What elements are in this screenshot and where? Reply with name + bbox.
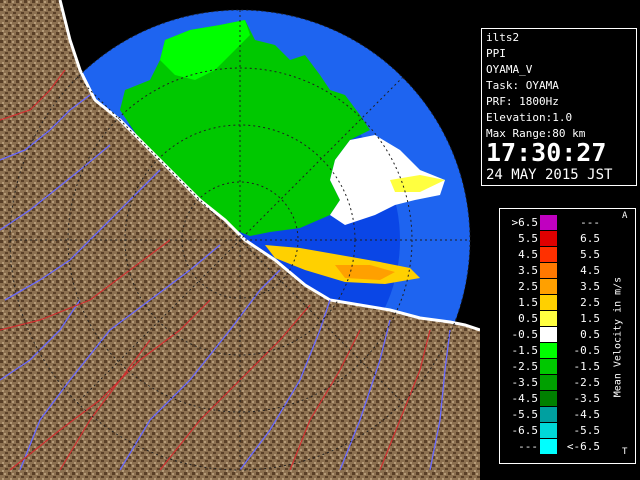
radar-id: ilts2 bbox=[486, 31, 520, 44]
legend-row-high: <-6.5 bbox=[566, 440, 600, 453]
info-box: ilts2 PPI OYAMA_V Task: OYAMA PRF: 1800H… bbox=[481, 28, 637, 186]
radar-ppi-map[interactable] bbox=[0, 0, 480, 480]
legend-swatch bbox=[540, 423, 557, 438]
legend-swatch bbox=[540, 343, 557, 358]
legend-row: -6.5 -5.5 bbox=[500, 423, 610, 438]
legend-row-low: -0.5 bbox=[511, 328, 539, 341]
observation-date: 24 MAY 2015 JST bbox=[486, 167, 613, 183]
legend-row: 5.5 6.5 bbox=[500, 231, 610, 246]
legend-row-low: 5.5 bbox=[518, 232, 538, 245]
elevation-label: Elevation:1.0 bbox=[486, 111, 573, 124]
legend-row-low: 4.5 bbox=[518, 248, 538, 261]
legend-row-high: 1.5 bbox=[580, 312, 600, 325]
legend-corner-bottom: T bbox=[622, 447, 628, 457]
legend-row-high: -1.5 bbox=[573, 360, 601, 373]
legend-row-high: -3.5 bbox=[573, 392, 601, 405]
legend-row-high: -5.5 bbox=[573, 424, 601, 437]
legend-row-low: 1.5 bbox=[518, 296, 538, 309]
task-label: Task: OYAMA bbox=[486, 79, 559, 92]
legend-row: 1.5 2.5 bbox=[500, 295, 610, 310]
observation-time: 17:30:27 bbox=[486, 138, 607, 167]
legend-row-low: 0.5 bbox=[518, 312, 538, 325]
legend-row-high: -0.5 bbox=[573, 344, 601, 357]
legend-row: -0.5 0.5 bbox=[500, 327, 610, 342]
legend-row: 2.5 3.5 bbox=[500, 279, 610, 294]
legend-swatch bbox=[540, 311, 557, 326]
legend-row-high: 5.5 bbox=[580, 248, 600, 261]
site-name: OYAMA_V bbox=[486, 63, 533, 76]
side-panel: ilts2 PPI OYAMA_V Task: OYAMA PRF: 1800H… bbox=[480, 0, 640, 480]
legend-row-low: 2.5 bbox=[518, 280, 538, 293]
legend-row-low: -1.5 bbox=[511, 344, 539, 357]
legend-row-high: 6.5 bbox=[580, 232, 600, 245]
legend-row-high: 0.5 bbox=[580, 328, 600, 341]
legend-swatch bbox=[540, 231, 557, 246]
legend-row-high: 2.5 bbox=[580, 296, 600, 309]
legend-corner-top: A bbox=[622, 211, 628, 221]
legend-row: -2.5 -1.5 bbox=[500, 359, 610, 374]
legend-row: --- <-6.5 bbox=[500, 439, 610, 454]
legend-swatch bbox=[540, 407, 557, 422]
legend-row-low: -3.5 bbox=[511, 376, 539, 389]
legend-row: >6.5 --- bbox=[500, 215, 610, 230]
legend-swatch bbox=[540, 359, 557, 374]
legend-row: 3.5 4.5 bbox=[500, 263, 610, 278]
legend-swatch bbox=[540, 247, 557, 262]
legend-row-low: -2.5 bbox=[511, 360, 539, 373]
product-type: PPI bbox=[486, 47, 506, 60]
legend-row-high: --- bbox=[580, 216, 600, 229]
legend-row: -3.5 -2.5 bbox=[500, 375, 610, 390]
legend-swatch bbox=[540, 279, 557, 294]
legend-swatch bbox=[540, 295, 557, 310]
legend-row-low: >6.5 bbox=[511, 216, 539, 229]
legend-row-low: --- bbox=[518, 440, 538, 453]
legend-title: Mean Velocity in m/s bbox=[612, 276, 624, 398]
legend-swatch bbox=[540, 327, 557, 342]
legend-row-low: -6.5 bbox=[511, 424, 539, 437]
prf-label: PRF: 1800Hz bbox=[486, 95, 559, 108]
legend-row-high: 4.5 bbox=[580, 264, 600, 277]
legend-swatch bbox=[540, 263, 557, 278]
legend-row-low: 3.5 bbox=[518, 264, 538, 277]
legend-swatch bbox=[540, 215, 557, 230]
legend-row-high: -4.5 bbox=[573, 408, 601, 421]
legend-row: 4.5 5.5 bbox=[500, 247, 610, 262]
legend-row-low: -5.5 bbox=[511, 408, 539, 421]
velocity-legend: >6.5 --- 5.5 6.5 4.5 5.5 3.5 4.5 2.5 3.5 1.5 2.5 0.5… bbox=[499, 208, 636, 464]
legend-swatch bbox=[540, 439, 557, 454]
legend-swatch bbox=[540, 375, 557, 390]
legend-swatch bbox=[540, 391, 557, 406]
legend-row-high: -2.5 bbox=[573, 376, 601, 389]
legend-row: 0.5 1.5 bbox=[500, 311, 610, 326]
legend-row: -1.5 -0.5 bbox=[500, 343, 610, 358]
legend-row-high: 3.5 bbox=[580, 280, 600, 293]
legend-row-low: -4.5 bbox=[511, 392, 539, 405]
legend-row: -5.5 -4.5 bbox=[500, 407, 610, 422]
legend-row: -4.5 -3.5 bbox=[500, 391, 610, 406]
